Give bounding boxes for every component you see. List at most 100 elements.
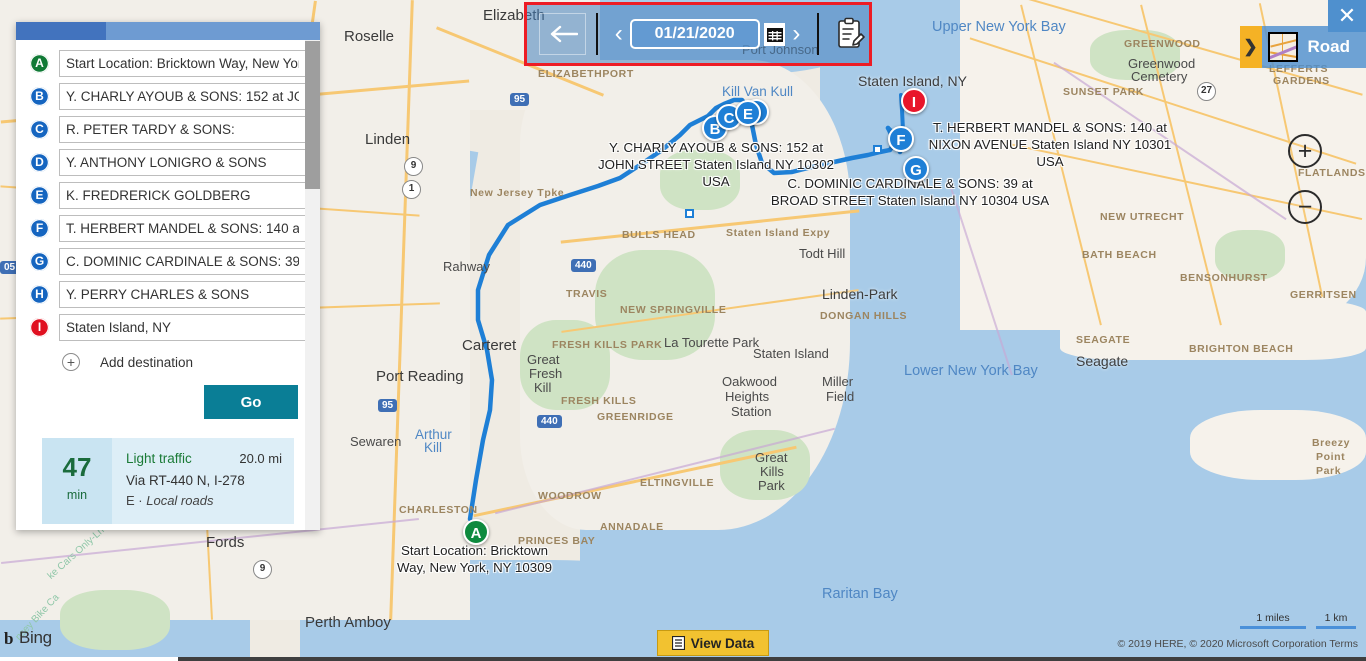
route-road-types: E · Local roads bbox=[126, 493, 284, 508]
waypoint-row-g: G bbox=[30, 248, 306, 275]
calendar-icon[interactable] bbox=[763, 22, 786, 46]
route-panel: ABCDEFGHI + Add destination Go 47 min Li… bbox=[16, 22, 320, 530]
waypoint-row-e: E bbox=[30, 182, 306, 209]
map-style-label: Road bbox=[1307, 37, 1351, 56]
waypoint-badge-g: G bbox=[30, 252, 49, 271]
view-data-label: View Data bbox=[690, 635, 755, 651]
waypoint-badge-a: A bbox=[30, 54, 49, 73]
view-data-button[interactable]: View Data bbox=[657, 630, 769, 656]
scale-miles-bar bbox=[1240, 626, 1306, 629]
waypoint-input-e[interactable] bbox=[59, 182, 306, 209]
scale-miles-label: 1 miles bbox=[1256, 612, 1290, 624]
back-button[interactable] bbox=[539, 13, 587, 55]
route-panel-scrollbar-thumb[interactable] bbox=[305, 41, 320, 189]
date-field[interactable]: 01/21/2020 bbox=[629, 19, 760, 49]
route-via: Via RT-440 N, I-278 bbox=[126, 473, 245, 488]
date-navigation-toolbar: ‹ 01/21/2020 › bbox=[524, 2, 872, 66]
map-land-coney-island bbox=[1060, 300, 1366, 360]
waypoint-row-h: H bbox=[30, 281, 306, 308]
route-road-value: Local roads bbox=[146, 493, 214, 508]
map-label: Carteret bbox=[462, 337, 517, 354]
waypoint-badge-e: E bbox=[30, 186, 49, 205]
waypoint-badge-i: I bbox=[30, 318, 49, 337]
map-pin-g[interactable]: G bbox=[903, 156, 929, 182]
waypoint-input-c[interactable] bbox=[59, 116, 306, 143]
map-pin-f[interactable]: F bbox=[888, 126, 914, 152]
window-bottom-edge bbox=[0, 657, 1366, 661]
map-style-expand-button[interactable]: ❯ bbox=[1239, 26, 1262, 68]
route-panel-scrollbar[interactable] bbox=[305, 40, 320, 530]
waypoint-row-a: A bbox=[30, 50, 306, 77]
date-navigation-toolbar-inner: ‹ 01/21/2020 › bbox=[527, 5, 869, 63]
route-summary-info: Light traffic 20.0 mi Via RT-440 N, I-27… bbox=[112, 438, 294, 524]
route-distance: 20.0 mi bbox=[239, 451, 282, 466]
map-pin-i[interactable]: I bbox=[901, 88, 927, 114]
map-application: Staten Island, NY Elizabeth Roselle Linden R… bbox=[0, 0, 1366, 661]
zoom-out-button[interactable]: − bbox=[1288, 190, 1322, 224]
scale-km-bar bbox=[1316, 626, 1356, 629]
waypoint-input-a[interactable] bbox=[59, 50, 306, 77]
map-pin-e[interactable]: E bbox=[735, 100, 761, 126]
add-destination-label: Add destination bbox=[100, 354, 194, 370]
waypoint-row-d: D bbox=[30, 149, 306, 176]
go-button-wrap: Go bbox=[30, 371, 306, 419]
report-clipboard-icon bbox=[837, 17, 865, 48]
next-date-button[interactable]: › bbox=[785, 14, 807, 54]
scale-km: 1 km bbox=[1316, 612, 1356, 629]
waypoint-input-h[interactable] bbox=[59, 281, 306, 308]
map-style-thumbnail bbox=[1267, 32, 1298, 62]
scale-km-label: 1 km bbox=[1324, 612, 1348, 624]
waypoint-row-f: F bbox=[30, 215, 306, 242]
map-park-latourette bbox=[595, 250, 715, 360]
waypoint-badge-f: F bbox=[30, 219, 49, 238]
map-scale-bar: 1 miles 1 km bbox=[1240, 612, 1356, 629]
waypoint-list: ABCDEFGHI bbox=[30, 50, 306, 341]
waypoint-badge-b: B bbox=[30, 87, 49, 106]
waypoint-badge-c: C bbox=[30, 120, 49, 139]
bing-logo-text: Bing bbox=[19, 628, 52, 647]
route-duration-value: 47 bbox=[62, 452, 92, 482]
map-park-great-kills bbox=[720, 430, 810, 500]
plus-circle-icon: + bbox=[62, 353, 80, 371]
route-summary[interactable]: 47 min Light traffic 20.0 mi Via RT-440 … bbox=[42, 438, 294, 524]
map-style-selector: ❯ Road bbox=[1239, 26, 1366, 68]
scale-miles: 1 miles bbox=[1240, 612, 1306, 629]
close-button[interactable]: ✕ bbox=[1328, 0, 1366, 32]
previous-date-button[interactable]: ‹ bbox=[608, 14, 630, 54]
list-icon bbox=[671, 636, 685, 650]
waypoint-row-i: I bbox=[30, 314, 306, 341]
route-panel-header bbox=[16, 22, 320, 40]
route-panel-body: ABCDEFGHI + Add destination Go 47 min Li… bbox=[16, 40, 320, 530]
add-destination-button[interactable]: + Add destination bbox=[32, 353, 306, 371]
map-park-silver-lake bbox=[660, 150, 740, 210]
zoom-in-button[interactable]: + bbox=[1288, 134, 1322, 168]
waypoint-input-f[interactable] bbox=[59, 215, 306, 242]
waypoint-input-d[interactable] bbox=[59, 149, 306, 176]
map-land-breezy-point bbox=[1190, 410, 1366, 480]
bing-logo[interactable]: b Bing bbox=[4, 628, 52, 648]
back-arrow-icon bbox=[550, 25, 578, 43]
waypoint-input-g[interactable] bbox=[59, 248, 306, 275]
map-park-fresh-kills bbox=[520, 320, 610, 410]
waypoint-row-c: C bbox=[30, 116, 306, 143]
report-button[interactable] bbox=[833, 12, 869, 56]
toolbar-divider-1 bbox=[596, 13, 598, 55]
waypoint-row-b: B bbox=[30, 83, 306, 110]
toolbar-divider-2 bbox=[817, 13, 819, 55]
waypoint-badge-h: H bbox=[30, 285, 49, 304]
map-park-brooklyn-se bbox=[1215, 230, 1285, 280]
go-button[interactable]: Go bbox=[204, 385, 298, 419]
waypoint-badge-d: D bbox=[30, 153, 49, 172]
window-bottom-left-edge bbox=[0, 657, 178, 661]
route-road-prefix: E · bbox=[126, 493, 147, 508]
route-duration: 47 min bbox=[42, 438, 112, 524]
route-panel-header-accent bbox=[16, 22, 106, 40]
waypoint-input-b[interactable] bbox=[59, 83, 306, 110]
map-style-current[interactable]: Road bbox=[1261, 26, 1366, 68]
waypoint-input-i[interactable] bbox=[59, 314, 306, 341]
map-park-sw bbox=[60, 590, 170, 650]
map-pin-a[interactable]: A bbox=[463, 519, 489, 545]
bing-mark-icon: b bbox=[4, 629, 14, 648]
route-duration-unit: min bbox=[66, 488, 88, 502]
map-attribution[interactable]: © 2019 HERE, © 2020 Microsoft Corporatio… bbox=[1117, 638, 1358, 650]
